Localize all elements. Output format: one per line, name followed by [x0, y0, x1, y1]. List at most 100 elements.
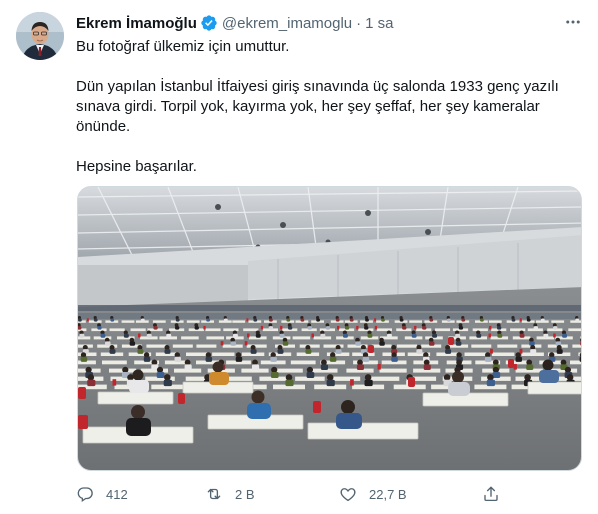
retweet-count: 2 B: [235, 486, 255, 502]
desk: [121, 320, 135, 323]
tweet-paragraph: Bu fotoğraf ülkemiz için umuttur.: [76, 38, 290, 55]
share-button[interactable]: [482, 484, 500, 504]
examinee-body: [416, 349, 423, 354]
desk: [206, 336, 224, 340]
desk: [568, 328, 581, 332]
red-chair: [246, 318, 249, 322]
examinee-body: [429, 318, 434, 322]
examinee-body: [223, 318, 228, 322]
desk: [397, 344, 417, 348]
like-button[interactable]: 22,7 B: [339, 484, 407, 504]
examinee-body: [329, 356, 337, 362]
examinee-body: [575, 318, 580, 322]
tweet-actions: 412 2 B 22,7 B: [76, 484, 506, 504]
examinee-body: [381, 318, 385, 322]
desk: [488, 320, 502, 323]
examinee-body: [556, 349, 563, 354]
desk: [409, 320, 422, 323]
tweet-card[interactable]: Ekrem İmamoğlu @ekrem_imamoglu · 1 sa Bu…: [0, 0, 598, 514]
examinee-body: [455, 341, 462, 346]
examinee-body: [253, 318, 258, 322]
red-chair: [244, 341, 248, 346]
examinee-body: [270, 356, 277, 362]
red-chair: [337, 325, 340, 330]
more-options-button[interactable]: [562, 12, 584, 32]
examinee-body: [153, 326, 158, 330]
red-chair: [247, 333, 250, 338]
author-name[interactable]: Ekrem İmamoğlu: [76, 15, 197, 32]
examinee-body: [423, 364, 431, 370]
desk: [212, 352, 235, 356]
examinee-body: [511, 318, 516, 322]
author-handle[interactable]: @ekrem_imamoglu: [222, 15, 352, 32]
examinee-body: [279, 333, 285, 338]
examinee-body: [316, 318, 320, 322]
examinee-body: [562, 333, 567, 338]
tweet-paragraph: Hepsine başarılar.: [76, 158, 197, 175]
examinee-body: [286, 318, 291, 322]
desk: [471, 344, 492, 348]
examinee-body: [365, 318, 369, 322]
examinee-body: [497, 333, 503, 338]
heart-icon: [340, 488, 356, 502]
examinee-body: [364, 326, 369, 330]
examinee-body: [175, 318, 180, 322]
desk: [510, 328, 526, 332]
examinee-body: [320, 333, 326, 338]
red-chair: [414, 325, 417, 330]
examinee-body: [580, 341, 581, 346]
examinee-body: [355, 341, 361, 346]
share-icon: [484, 486, 498, 502]
examinee-body: [455, 333, 461, 338]
examinee-body: [166, 333, 172, 338]
examinee-body: [458, 326, 464, 330]
examinee-body: [335, 349, 342, 354]
examinee-body: [486, 379, 495, 387]
tweet-photo[interactable]: [77, 186, 582, 471]
desk: [551, 320, 565, 323]
examinee-body: [343, 333, 348, 338]
examinee-body: [110, 318, 115, 322]
separator-dot: ·: [356, 14, 362, 32]
red-chair: [86, 318, 89, 322]
red-chair: [519, 348, 523, 354]
examinee-body: [252, 364, 260, 370]
examinee-body: [533, 326, 538, 330]
examinee-body: [526, 318, 531, 322]
examinee-body: [105, 341, 111, 346]
reply-button[interactable]: 412: [76, 484, 128, 504]
examinee-body: [429, 341, 435, 346]
desk: [243, 328, 259, 332]
examinee-body: [530, 349, 537, 354]
examinee-body: [255, 333, 261, 338]
desk: [292, 336, 311, 340]
examinee-body: [349, 318, 354, 322]
retweet-button[interactable]: 2 B: [205, 484, 255, 504]
red-chair: [490, 348, 493, 354]
examinee-body: [402, 326, 407, 330]
examinee-body: [553, 326, 558, 330]
examinee-body: [87, 379, 96, 387]
exam-hall-photo: [78, 187, 581, 470]
examinee-body: [206, 318, 210, 322]
desk: [146, 344, 167, 348]
examinee-body: [140, 318, 145, 322]
examinee-body: [540, 318, 545, 322]
red-chair: [374, 318, 377, 322]
red-chair: [489, 325, 492, 330]
avatar[interactable]: [16, 12, 64, 60]
examinee-body: [484, 356, 492, 362]
reply-count: 412: [106, 486, 128, 502]
desk: [186, 352, 209, 356]
examinee-body: [326, 379, 335, 387]
examinee-body: [335, 318, 340, 322]
red-chair: [356, 325, 359, 330]
examinee-body: [461, 318, 466, 322]
tweet-header: Ekrem İmamoğlu @ekrem_imamoglu · 1 sa: [76, 13, 582, 33]
red-chair: [488, 333, 491, 338]
examinee-body: [123, 333, 129, 338]
desk: [109, 328, 125, 332]
desk: [492, 352, 515, 356]
tweet-timestamp[interactable]: 1 sa: [365, 15, 393, 32]
examinee-body: [543, 333, 549, 338]
